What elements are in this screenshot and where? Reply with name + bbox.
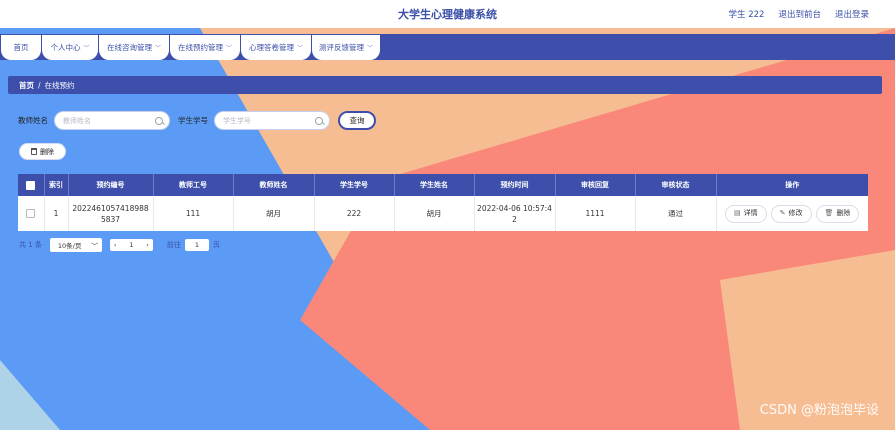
nav-item-label: 首页 [13,43,29,52]
booking-table: 索引 预约编号 教师工号 教师姓名 学生学号 学生姓名 预约时间 审核回复 审核… [18,174,868,231]
cell-review-reply: 1111 [555,196,636,231]
next-page-icon[interactable]: › [146,241,149,249]
row-checkbox[interactable] [26,209,36,218]
cell-teacher-name: 胡月 [233,196,315,231]
table-row: 1 2022461057418988 5837 111 胡月 222 胡月 20… [18,196,868,231]
main-nav: 首页 个人中心 ﹀ 在线咨询管理 ﹀ 在线预约管理 ﹀ 心理答卷管理 ﹀ 测评反馈管理 ﹀ [0,34,895,60]
page-number-nav: ‹ 1 › [109,239,153,251]
student-id-label: 学生学号 [178,116,208,125]
trash-icon: 🗑 [824,209,834,217]
breadcrumb-home[interactable]: 首页 [19,80,34,91]
nav-item-consult-management[interactable]: 在线咨询管理 ﹀ [99,35,169,60]
col-student-name: 学生姓名 [394,174,475,196]
edit-button-label: 修改 [788,209,803,217]
cell-student-id: 222 [314,196,395,231]
cell-student-name: 胡月 [394,196,475,231]
teacher-name-placeholder: 教师姓名 [63,116,91,125]
goto-label: 前往 [166,241,181,249]
nav-item-label: 个人中心 [50,43,81,52]
page-unit-label: 页 [212,241,220,249]
select-all-checkbox-cell[interactable] [18,174,45,196]
nav-item-label: 心理答卷管理 [248,43,294,52]
pagination: 共 1 条 10条/页 ﹀ ‹ 1 › 前往 1 页 [19,238,220,252]
query-button[interactable]: 查询 [338,111,376,130]
cell-actions: ▤ 详情 ✎ 修改 🗑 删除 [716,196,868,231]
search-icon [315,116,323,125]
cell-index: 1 [44,196,69,231]
col-booking-time: 预约时间 [474,174,556,196]
cell-booking-time: 2022-04-06 10:57:4 2 [474,196,556,231]
document-icon: ▤ [734,209,741,217]
back-to-front-link[interactable]: 退出到前台 [778,8,821,20]
current-page-number[interactable]: 1 [129,241,133,249]
col-student-id: 学生学号 [314,174,395,196]
cell-teacher-id: 111 [153,196,234,231]
chevron-down-icon: ﹀ [225,45,232,52]
table-header-row: 索引 预约编号 教师工号 教师姓名 学生学号 学生姓名 预约时间 审核回复 审核… [18,174,868,196]
col-review-reply: 审核回复 [555,174,636,196]
teacher-name-label: 教师姓名 [18,116,48,125]
col-actions: 操作 [716,174,868,196]
breadcrumb-current: 在线预约 [44,80,75,90]
row-delete-button-label: 删除 [836,209,851,217]
chevron-down-icon: ﹀ [154,45,161,52]
col-booking-no: 预约编号 [68,174,154,196]
breadcrumb: 首页 / 在线预约 [8,76,882,94]
nav-item-label: 测评反馈管理 [318,43,364,52]
total-count: 共 1 条 [19,241,42,249]
booking-time-line2: 2 [512,214,517,224]
nav-item-booking-management[interactable]: 在线预约管理 ﹀ [170,35,240,60]
row-actions: ▤ 详情 ✎ 修改 🗑 删除 [717,204,869,223]
search-icon [155,116,163,125]
nav-item-feedback-management[interactable]: 测评反馈管理 ﹀ [312,35,380,60]
booking-time-line1: 2022-04-06 10:57:4 [477,203,552,213]
current-user-label: 学生 222 [728,10,765,20]
batch-delete-label: 删除 [40,147,54,156]
page-size-select[interactable]: 10条/页 ﹀ [49,238,102,252]
nav-item-personal-center[interactable]: 个人中心 ﹀ [42,35,98,60]
goto-page-input[interactable]: 1 [184,239,209,251]
detail-button[interactable]: ▤ 详情 [725,204,767,223]
nav-item-home[interactable]: 首页 [1,35,41,60]
breadcrumb-separator: / [38,80,41,90]
trash-icon [31,148,37,155]
nav-item-label: 在线预约管理 [177,43,223,52]
cell-booking-no: 2022461057418988 5837 [68,196,154,231]
page-size-value: 10条/页 [57,242,82,250]
prev-page-icon[interactable]: ‹ [114,241,117,249]
chevron-down-icon: ﹀ [296,45,303,52]
chevron-down-icon: ﹀ [91,242,98,250]
select-all-checkbox[interactable] [26,180,36,190]
edit-icon: ✎ [779,209,786,217]
edit-button[interactable]: ✎ 修改 [770,204,812,223]
student-id-input[interactable]: 学生学号 [214,111,330,130]
nav-item-label: 在线咨询管理 [106,43,152,52]
search-form: 教师姓名 教师姓名 学生学号 学生学号 查询 [18,111,376,130]
col-review-status: 审核状态 [635,174,717,196]
nav-item-questionnaire-management[interactable]: 心理答卷管理 ﹀ [241,35,311,60]
col-index: 索引 [44,174,69,196]
cell-review-status: 通过 [635,196,717,231]
detail-button-label: 详情 [743,209,758,217]
col-teacher-id: 教师工号 [153,174,234,196]
top-links: 学生 222 退出到前台 退出登录 [729,8,869,20]
col-teacher-name: 教师姓名 [233,174,315,196]
batch-delete-button[interactable]: 删除 [19,143,66,160]
chevron-down-icon: ﹀ [366,45,373,52]
row-delete-button[interactable]: 🗑 删除 [815,204,860,223]
booking-no-line1: 2022461057418988 [72,203,149,213]
chevron-down-icon: ﹀ [83,45,90,52]
logout-link[interactable]: 退出登录 [835,8,869,20]
booking-no-line2: 5837 [100,214,121,224]
top-bar: 大学生心理健康系统 学生 222 退出到前台 退出登录 [0,0,895,28]
row-checkbox-cell[interactable] [18,196,45,231]
watermark: CSDN @粉泡泡毕设 [759,403,879,418]
teacher-name-input[interactable]: 教师姓名 [54,111,170,130]
student-id-placeholder: 学生学号 [223,116,251,125]
